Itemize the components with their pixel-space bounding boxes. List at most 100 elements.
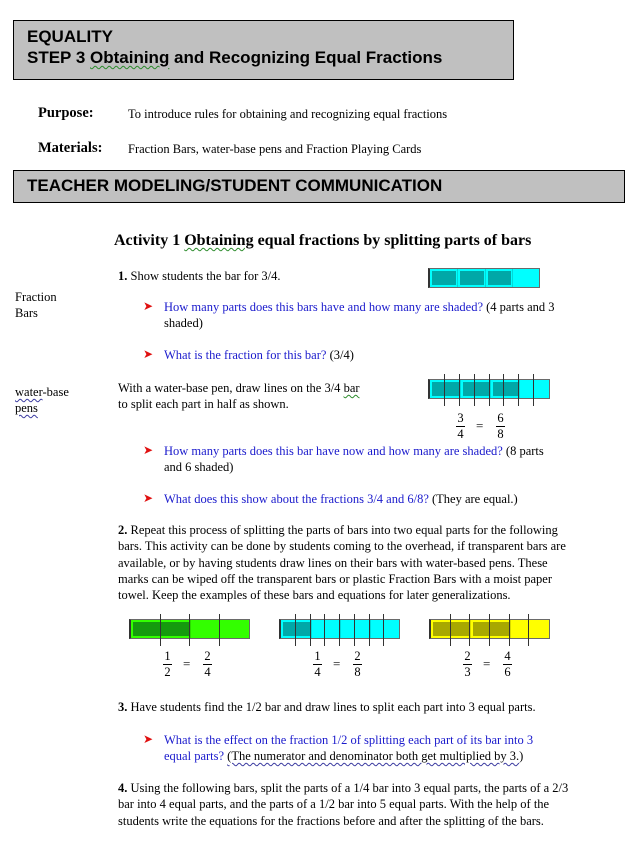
- answer-text: (3/4): [326, 348, 354, 362]
- paragraph-line: available, or by having students draw li…: [118, 555, 548, 570]
- numerator: 4: [504, 649, 511, 663]
- split-line: [458, 374, 460, 406]
- denominator: 2: [164, 665, 171, 679]
- shaded-fill: [283, 622, 310, 636]
- numerator: 6: [497, 411, 504, 425]
- bar-part: [310, 620, 341, 638]
- split-line: [489, 614, 490, 646]
- bar-part-shaded: [131, 620, 190, 638]
- split-line: [443, 374, 445, 406]
- equation-3-4-equals-6-8: 3 4 = 6 8: [456, 412, 526, 444]
- step-3-text: 3. Have students find the 1/2 bar and dr…: [118, 699, 536, 715]
- shaded-fill: [432, 382, 459, 396]
- fraction-left: 23: [463, 650, 472, 679]
- answer-text: (8 parts: [502, 444, 544, 458]
- denominator: 4: [204, 665, 211, 679]
- numerator: 2: [464, 649, 471, 663]
- bar-part-shaded: [430, 380, 460, 398]
- shaded-fill: [133, 622, 189, 636]
- answer-text: and 6 shaded): [164, 460, 234, 474]
- shaded-fill: [492, 382, 519, 396]
- purpose-text: To introduce rules for obtaining and rec…: [128, 107, 448, 121]
- bar-part: [190, 620, 249, 638]
- fraction-right: 28: [353, 650, 362, 679]
- denominator: 8: [497, 427, 504, 441]
- arrow-bullet-icon: ➤: [143, 732, 154, 746]
- numerator: 2: [354, 649, 361, 663]
- question-5: What is the effect on the fraction 1/2 o…: [164, 732, 604, 764]
- bar-part: [369, 620, 400, 638]
- split-line: [518, 374, 520, 406]
- side-note-line: water-base: [15, 384, 69, 400]
- fraction-right: 46: [503, 650, 512, 679]
- fraction-right: 68: [496, 412, 505, 441]
- bar-part-shaded: [281, 620, 311, 638]
- answer-text: (They are equal.): [428, 492, 518, 506]
- shaded-fill: [433, 622, 470, 636]
- bar-part-shaded: [489, 380, 520, 398]
- title-rest: and Recognizing Equal Fractions: [169, 48, 443, 67]
- spellcheck-word: Obtaining: [184, 232, 254, 249]
- bar-part: [511, 269, 539, 287]
- denominator: 6: [504, 665, 511, 679]
- paragraph-line: 2. Repeat this process of splitting the …: [118, 522, 618, 538]
- numerator: 1: [164, 649, 171, 663]
- split-line: [353, 614, 355, 646]
- pen-instruction-line: to split each part in half as shown.: [118, 397, 289, 411]
- step-number: 3.: [118, 700, 128, 714]
- step-text: Repeat this process of splitting the par…: [127, 523, 558, 537]
- arrow-bullet-icon: ➤: [143, 299, 154, 313]
- denominator: 4: [314, 665, 321, 679]
- fraction-bar-3-4-split: [428, 374, 550, 406]
- step-text: Using the following bars, split the part…: [127, 781, 569, 795]
- split-line: [508, 614, 510, 646]
- purpose-label: Purpose:: [38, 105, 94, 121]
- split-line: [383, 614, 385, 646]
- paragraph-line: towel. Keep the examples of these bars a…: [118, 588, 511, 603]
- split-line: [469, 614, 471, 646]
- step-4-paragraph: 4. Using the following bars, split the p…: [118, 780, 628, 829]
- question-text: How many parts does this bar have now an…: [164, 444, 503, 458]
- side-note-line: Bars: [15, 306, 38, 320]
- section-title-box: TEACHER MODELING/STUDENT COMMUNICATION: [13, 170, 625, 203]
- question-1: How many parts does this bars have and h…: [164, 299, 604, 331]
- title-line-2: STEP 3 Obtaining and Recognizing Equal F…: [27, 48, 442, 68]
- fraction-left: 34: [456, 412, 465, 441]
- bar-part-shaded: [430, 269, 458, 287]
- split-line: [528, 614, 530, 646]
- side-note-fraction-bars: Fraction Bars: [15, 289, 57, 321]
- bar-part: [519, 380, 549, 398]
- arrow-bullet-icon: ➤: [143, 443, 154, 457]
- question-text: How many parts does this bars have and h…: [164, 300, 484, 314]
- title-box: EQUALITY STEP 3 Obtaining and Recognizin…: [13, 20, 514, 80]
- question-text: What is the fraction for this bar?: [164, 348, 327, 362]
- title-prefix: STEP 3: [27, 48, 90, 67]
- step-text: Show students the bar for 3/4.: [127, 269, 281, 283]
- answer-text: ): [519, 749, 524, 763]
- section-title: TEACHER MODELING/STUDENT COMMUNICATION: [27, 176, 443, 195]
- paragraph-line: bars. This activity can be done by stude…: [118, 539, 566, 554]
- paragraph-line: marks can be wiped off the transparent b…: [118, 571, 553, 586]
- step-2-paragraph: 2. Repeat this process of splitting the …: [118, 522, 618, 603]
- question-2: What is the fraction for this bar? (3/4): [164, 347, 354, 363]
- split-line: [159, 614, 161, 646]
- equation-2-3-equals-4-6: 2 3 = 4 6: [463, 650, 533, 682]
- bar-part: [340, 620, 370, 638]
- paragraph-line: students write the equations for the fra…: [118, 813, 544, 828]
- equation-1-4-equals-2-8: 1 4 = 2 8: [313, 650, 383, 682]
- denominator: 8: [354, 665, 361, 679]
- equals-sign: =: [183, 656, 191, 671]
- shaded-fill: [473, 622, 509, 636]
- bar-part-shaded: [457, 269, 485, 287]
- step-number: 4.: [118, 781, 128, 795]
- paragraph-line: 4. Using the following bars, split the p…: [118, 780, 628, 796]
- fraction-left: 12: [163, 650, 172, 679]
- fraction-bar-cyan-1-4: [279, 614, 400, 646]
- equation-1-2-equals-2-4: 1 2 = 2 4: [163, 650, 233, 682]
- split-line: [473, 374, 475, 406]
- bar-part-shaded: [459, 380, 490, 398]
- step-1-text: 1. Show students the bar for 3/4.: [118, 268, 280, 284]
- denominator: 3: [464, 665, 471, 679]
- arrow-bullet-icon: ➤: [143, 491, 154, 505]
- spellcheck-word: Obtaining: [90, 48, 170, 67]
